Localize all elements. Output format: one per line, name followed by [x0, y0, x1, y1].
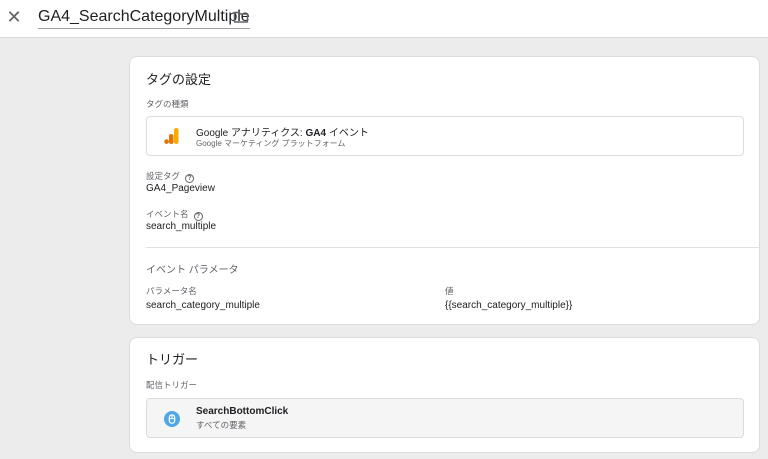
- event-params-title: イベント パラメータ: [146, 265, 239, 276]
- help-icon[interactable]: ?: [185, 174, 195, 183]
- google-analytics-icon: [164, 127, 180, 145]
- tag-name-field[interactable]: GA4_SearchCategoryMultiple: [38, 8, 250, 29]
- trigger-subtitle: すべての要素: [196, 420, 247, 430]
- divider: [146, 247, 760, 248]
- config-tag-value: GA4_Pageview: [146, 183, 215, 194]
- firing-trigger-label: 配信トリガー: [146, 380, 198, 390]
- event-name-value: search_multiple: [146, 221, 217, 232]
- tag-type-label: タグの種類: [146, 99, 189, 109]
- param-name: search_category_multiple: [146, 300, 260, 311]
- tag-type-name: Google アナリティクス: GA4 イベント: [196, 128, 369, 139]
- trigger-item[interactable]: SearchBottomClick すべての要素: [146, 398, 744, 438]
- config-tag-label: 設定タグ?: [146, 170, 195, 183]
- card-title: トリガー: [146, 352, 199, 367]
- click-trigger-icon: [164, 411, 180, 427]
- tag-type-subtitle: Google マーケティング プラットフォーム: [196, 139, 346, 148]
- folder-icon[interactable]: [233, 10, 249, 24]
- help-icon[interactable]: ?: [193, 212, 203, 221]
- tag-type-selector[interactable]: Google アナリティクス: GA4 イベント Google マーケティング …: [146, 116, 744, 156]
- param-name-header: パラメータ名: [146, 286, 197, 296]
- tag-configuration-card[interactable]: タグの設定 タグの種類 Google アナリティクス: GA4 イベント Goo…: [129, 56, 760, 325]
- trigger-card[interactable]: トリガー 配信トリガー SearchBottomClick すべての要素: [129, 337, 760, 453]
- trigger-name: SearchBottomClick: [196, 406, 289, 417]
- event-name-label: イベント名?: [146, 208, 203, 221]
- close-icon[interactable]: ✕: [5, 7, 23, 27]
- top-bar: ✕ GA4_SearchCategoryMultiple: [0, 0, 768, 38]
- card-title: タグの設定: [146, 72, 212, 87]
- param-value-header: 値: [445, 286, 454, 296]
- param-value: {{search_category_multiple}}: [445, 300, 573, 311]
